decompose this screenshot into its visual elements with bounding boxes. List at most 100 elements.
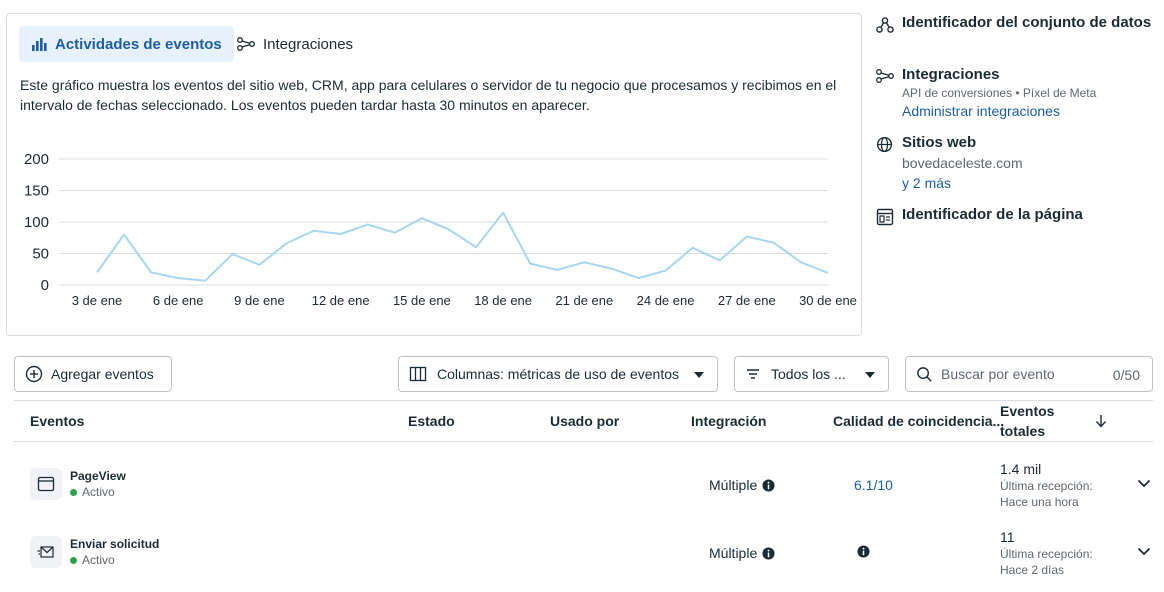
data-point[interactable]	[717, 257, 723, 263]
more-websites-link[interactable]: y 2 más	[902, 175, 951, 191]
x-tick-label: 15 de ene	[393, 293, 451, 308]
integrations-title: Integraciones	[902, 66, 1000, 83]
last-received-value: Hace una hora	[1000, 495, 1079, 509]
dataset-icon	[876, 17, 894, 33]
total-events-value: 1.4 mil	[1000, 461, 1042, 477]
status-label: Activo	[82, 485, 115, 499]
event-name: Enviar solicitud	[70, 537, 160, 551]
data-point[interactable]	[148, 269, 154, 275]
chevron-down-icon[interactable]	[1137, 479, 1151, 488]
header-used-by[interactable]: Usado por	[550, 413, 619, 429]
envelope-send-icon	[30, 536, 62, 568]
filter-icon	[747, 369, 759, 379]
x-tick-label: 24 de ene	[637, 293, 695, 308]
status-active-dot	[70, 488, 77, 496]
data-point[interactable]	[121, 232, 127, 238]
x-tick-label: 21 de ene	[555, 293, 613, 308]
page-id-title: Identificador de la página	[902, 206, 1083, 223]
data-point[interactable]	[744, 233, 750, 239]
total-events-value: 11	[1000, 529, 1015, 545]
caret-down-icon	[694, 372, 704, 378]
websites-title: Sitios web	[902, 134, 977, 151]
info-icon[interactable]	[762, 478, 775, 492]
filter-label: Todos los ...	[771, 366, 846, 382]
event-status: Activo	[70, 485, 115, 499]
browser-window-icon	[30, 468, 62, 500]
data-point[interactable]	[338, 231, 344, 237]
data-point[interactable]	[94, 269, 100, 275]
header-match-quality[interactable]: Calidad de coincidencia...	[833, 413, 1004, 429]
header-total-events-line1[interactable]: Eventos	[1000, 403, 1054, 419]
x-tick-label: 30 de ene	[799, 293, 857, 308]
header-integration[interactable]: Integración	[691, 413, 766, 429]
data-point[interactable]	[473, 244, 479, 250]
table-header-divider	[14, 441, 1153, 442]
data-point[interactable]	[256, 262, 262, 268]
add-events-label: Agregar eventos	[51, 366, 154, 382]
search-count: 0/50	[1112, 367, 1140, 383]
data-point[interactable]	[419, 215, 425, 221]
event-search-input[interactable]	[941, 366, 1091, 382]
header-total-events-line2[interactable]: totales	[1000, 423, 1045, 439]
chevron-down-icon[interactable]	[1137, 547, 1151, 556]
data-point[interactable]	[311, 228, 317, 234]
data-point[interactable]	[527, 261, 533, 267]
event-activity-card: Actividades de eventos Integraciones Est…	[6, 13, 862, 336]
info-icon[interactable]	[857, 545, 870, 558]
data-point[interactable]	[446, 227, 452, 233]
data-point[interactable]	[608, 266, 614, 272]
match-quality-score[interactable]: 6.1/10	[854, 477, 893, 493]
data-point[interactable]	[500, 210, 506, 216]
sort-arrow-down-icon[interactable]	[1095, 414, 1107, 428]
data-point[interactable]	[581, 259, 587, 265]
data-point[interactable]	[771, 240, 777, 246]
data-point[interactable]	[229, 251, 235, 257]
event-search-box: 0/50	[905, 356, 1153, 392]
page-icon	[876, 208, 894, 226]
integrations-section: Integraciones API de conversiones • Píxe…	[876, 66, 1160, 122]
event-status: Activo	[70, 553, 115, 567]
data-point[interactable]	[690, 245, 696, 251]
data-point[interactable]	[798, 259, 804, 265]
event-line-chart: 0 50 100 150 200 3 de ene 6 de ene 9 de ene 12 d…	[24, 151, 857, 308]
event-integration: Múltiple	[709, 477, 775, 493]
data-point[interactable]	[663, 268, 669, 274]
websites-section: Sitios web bovedaceleste.com y 2 más	[876, 134, 1160, 194]
header-status[interactable]: Estado	[408, 413, 455, 429]
last-received-value: Hace 2 días	[1000, 563, 1065, 577]
data-point[interactable]	[365, 222, 371, 228]
x-tick-label: 18 de ene	[474, 293, 532, 308]
columns-dropdown[interactable]: Columnas: métricas de uso de eventos	[398, 356, 718, 392]
data-point[interactable]	[392, 230, 398, 236]
data-point[interactable]	[635, 275, 641, 281]
x-tick-label: 27 de ene	[718, 293, 776, 308]
integrations-icon	[876, 69, 894, 83]
filter-dropdown[interactable]: Todos los ...	[734, 356, 889, 392]
integrations-sources: API de conversiones • Píxel de Meta	[902, 86, 1097, 100]
event-name: PageView	[70, 469, 126, 483]
event-integration: Múltiple	[709, 545, 775, 561]
last-received-label: Última recepción:	[1000, 479, 1093, 493]
page-id-section: Identificador de la página	[876, 206, 1160, 230]
search-icon	[917, 366, 932, 382]
manage-integrations-link[interactable]: Administrar integraciones	[902, 103, 1060, 119]
info-icon[interactable]	[762, 546, 775, 560]
data-point[interactable]	[175, 275, 181, 281]
dataset-id-title: Identificador del conjunto de datos	[902, 14, 1152, 31]
integration-label: Múltiple	[709, 477, 758, 493]
data-point[interactable]	[284, 240, 290, 246]
status-label: Activo	[82, 553, 115, 567]
x-tick-label: 12 de ene	[312, 293, 370, 308]
data-point[interactable]	[825, 270, 831, 276]
add-events-button[interactable]: Agregar eventos	[14, 356, 172, 392]
columns-icon	[409, 366, 427, 382]
y-tick-label: 100	[24, 214, 49, 231]
columns-label: Columnas: métricas de uso de eventos	[437, 366, 680, 382]
table-top-divider	[14, 400, 1153, 401]
x-tick-label: 9 de ene	[234, 293, 285, 308]
dataset-id-section: Identificador del conjunto de datos	[876, 14, 1160, 38]
data-point[interactable]	[554, 267, 560, 273]
header-events[interactable]: Eventos	[30, 413, 84, 429]
y-tick-label: 0	[41, 277, 49, 294]
data-point[interactable]	[202, 278, 208, 284]
